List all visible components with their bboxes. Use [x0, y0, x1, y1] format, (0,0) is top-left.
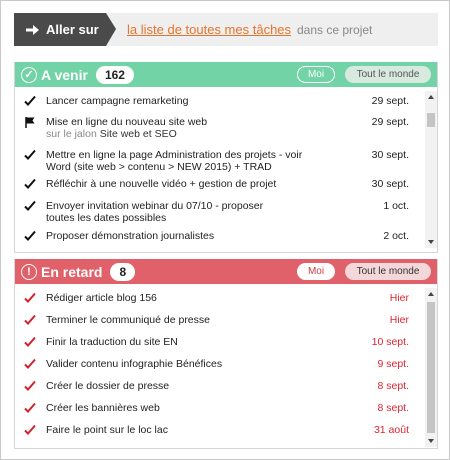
goto-button[interactable]: Aller sur — [14, 13, 116, 46]
task-date: 2 oct. — [383, 230, 409, 242]
check-icon — [24, 230, 36, 241]
check-icon — [24, 358, 36, 369]
late-filter-all-button[interactable]: Tout le monde — [345, 263, 431, 280]
upcoming-panel: ✓ A venir 162 Moi Tout le monde Lancer c… — [14, 62, 438, 253]
upcoming-header: ✓ A venir 162 Moi Tout le monde — [15, 62, 437, 87]
task-date: 1 oct. — [383, 200, 409, 212]
task-date: 9 sept. — [377, 358, 409, 370]
task-title: Mise en ligne du nouveau site web sur le… — [46, 116, 306, 140]
goto-button-label: Aller sur — [46, 22, 99, 37]
task-title: Créer les bannières web — [46, 402, 160, 414]
arrow-right-icon — [26, 24, 39, 35]
task-title: Proposer démonstration journalistes — [46, 230, 215, 242]
flag-icon — [25, 117, 35, 128]
task-date: 30 sept. — [371, 149, 409, 161]
all-tasks-link[interactable]: la liste de toutes mes tâches — [127, 22, 291, 37]
task-title: Créer le dossier de presse — [46, 380, 170, 392]
scroll-thumb[interactable] — [427, 302, 435, 433]
late-header: ! En retard 8 Moi Tout le monde — [15, 259, 437, 284]
late-panel: ! En retard 8 Moi Tout le monde Rédiger … — [14, 259, 438, 449]
task-title: Finir la traduction du site EN — [46, 336, 178, 348]
late-filter-me-button[interactable]: Moi — [297, 263, 335, 280]
task-title-text: Mise en ligne du nouveau site web — [46, 116, 208, 128]
task-date: Hier — [389, 314, 409, 326]
check-icon — [24, 314, 36, 325]
task-date: 8 sept. — [377, 380, 409, 392]
goto-bar: Aller sur la liste de toutes mes tâches … — [14, 13, 438, 46]
check-icon — [24, 424, 36, 435]
upcoming-title: A venir — [41, 66, 88, 83]
upcoming-filter-me-button[interactable]: Moi — [297, 66, 335, 83]
scroll-up-icon[interactable] — [428, 95, 434, 99]
task-date: 8 sept. — [377, 402, 409, 414]
task-date: 29 sept. — [371, 116, 409, 128]
task-title: Réfléchir à une nouvelle vidéo + gestion… — [46, 178, 277, 190]
task-title: Terminer le communiqué de presse — [46, 314, 210, 326]
milestone-value[interactable]: Site web et SEO — [100, 128, 177, 140]
check-icon — [24, 200, 36, 211]
task-title: Rédiger article blog 156 — [46, 292, 157, 304]
check-circle-icon: ✓ — [21, 66, 37, 83]
scroll-down-icon[interactable] — [428, 439, 434, 443]
task-date: 10 sept. — [371, 336, 409, 348]
task-title: Mettre en ligne la page Administration d… — [46, 149, 303, 173]
check-icon — [24, 380, 36, 391]
upcoming-scrollbar[interactable] — [425, 91, 437, 248]
tasks-widget: Aller sur la liste de toutes mes tâches … — [0, 0, 450, 460]
late-count-badge: 8 — [110, 262, 136, 281]
upcoming-count-badge: 162 — [95, 65, 134, 84]
check-icon — [24, 95, 36, 106]
check-icon — [24, 178, 36, 189]
task-title: Envoyer invitation webinar du 07/10 - pr… — [46, 200, 264, 224]
upcoming-filter-all-button[interactable]: Tout le monde — [345, 66, 431, 83]
check-icon — [24, 149, 36, 160]
milestone-prefix: sur le jalon — [46, 128, 97, 140]
scroll-up-icon[interactable] — [428, 292, 434, 296]
late-task-list: Rédiger article blog 156 Hier Terminer l… — [15, 284, 437, 449]
scroll-down-icon[interactable] — [428, 240, 434, 244]
check-icon — [24, 402, 36, 413]
upcoming-task-list: Lancer campagne remarketing 29 sept. Mis… — [15, 87, 437, 253]
alert-circle-icon: ! — [21, 263, 37, 280]
task-date: 29 sept. — [371, 95, 409, 107]
check-icon — [24, 292, 36, 303]
late-title: En retard — [41, 263, 103, 280]
task-date: 30 sept. — [371, 178, 409, 190]
scroll-thumb[interactable] — [427, 113, 435, 127]
task-title: Faire le point sur le loc lac — [46, 424, 168, 436]
check-icon — [24, 336, 36, 347]
task-date: 31 août — [373, 424, 409, 436]
late-scrollbar[interactable] — [425, 288, 437, 447]
task-title: Lancer campagne remarketing — [46, 95, 189, 107]
task-title: Valider contenu infographie Bénéfices — [46, 358, 223, 370]
goto-context-text: dans ce projet — [297, 23, 373, 37]
task-date: Hier — [389, 292, 409, 304]
